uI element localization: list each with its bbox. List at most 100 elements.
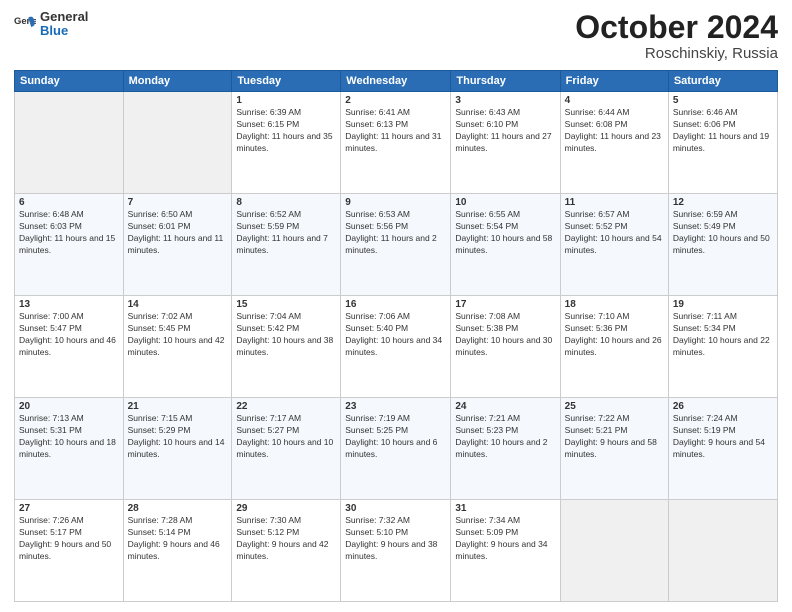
cell-2-2: 15 Sunrise: 7:04 AMSunset: 5:42 PMDaylig…: [232, 296, 341, 398]
cell-info: Sunrise: 7:24 AMSunset: 5:19 PMDaylight:…: [673, 413, 773, 461]
cell-date: 13: [19, 299, 119, 310]
logo: General General Blue: [14, 10, 88, 39]
cell-4-0: 27 Sunrise: 7:26 AMSunset: 5:17 PMDaylig…: [15, 500, 124, 602]
cell-date: 21: [128, 401, 228, 412]
cell-date: 4: [565, 95, 664, 106]
cell-3-4: 24 Sunrise: 7:21 AMSunset: 5:23 PMDaylig…: [451, 398, 560, 500]
cell-0-6: 5 Sunrise: 6:46 AMSunset: 6:06 PMDayligh…: [668, 92, 777, 194]
cell-date: 31: [455, 503, 555, 514]
cell-date: 11: [565, 197, 664, 208]
logo-icon: General: [14, 13, 36, 35]
cell-date: 8: [236, 197, 336, 208]
header-sunday: Sunday: [15, 71, 124, 92]
cell-4-4: 31 Sunrise: 7:34 AMSunset: 5:09 PMDaylig…: [451, 500, 560, 602]
cell-info: Sunrise: 6:59 AMSunset: 5:49 PMDaylight:…: [673, 209, 773, 257]
cell-3-6: 26 Sunrise: 7:24 AMSunset: 5:19 PMDaylig…: [668, 398, 777, 500]
cell-info: Sunrise: 7:17 AMSunset: 5:27 PMDaylight:…: [236, 413, 336, 461]
cell-info: Sunrise: 7:04 AMSunset: 5:42 PMDaylight:…: [236, 311, 336, 359]
cell-1-0: 6 Sunrise: 6:48 AMSunset: 6:03 PMDayligh…: [15, 194, 124, 296]
cell-date: 9: [345, 197, 446, 208]
cell-date: 6: [19, 197, 119, 208]
cell-info: Sunrise: 6:57 AMSunset: 5:52 PMDaylight:…: [565, 209, 664, 257]
cell-date: 10: [455, 197, 555, 208]
cell-1-2: 8 Sunrise: 6:52 AMSunset: 5:59 PMDayligh…: [232, 194, 341, 296]
cell-date: 1: [236, 95, 336, 106]
cell-info: Sunrise: 6:46 AMSunset: 6:06 PMDaylight:…: [673, 107, 773, 155]
cell-date: 23: [345, 401, 446, 412]
cell-4-6: [668, 500, 777, 602]
cell-info: Sunrise: 7:21 AMSunset: 5:23 PMDaylight:…: [455, 413, 555, 461]
cell-info: Sunrise: 7:02 AMSunset: 5:45 PMDaylight:…: [128, 311, 228, 359]
calendar-page: General General Blue October 2024 Roschi…: [0, 0, 792, 612]
cell-info: Sunrise: 6:53 AMSunset: 5:56 PMDaylight:…: [345, 209, 446, 257]
cell-info: Sunrise: 6:44 AMSunset: 6:08 PMDaylight:…: [565, 107, 664, 155]
cell-date: 25: [565, 401, 664, 412]
cell-date: 7: [128, 197, 228, 208]
cell-info: Sunrise: 7:06 AMSunset: 5:40 PMDaylight:…: [345, 311, 446, 359]
cell-info: Sunrise: 6:50 AMSunset: 6:01 PMDaylight:…: [128, 209, 228, 257]
calendar-title: October 2024: [575, 10, 778, 45]
cell-date: 24: [455, 401, 555, 412]
cell-date: 28: [128, 503, 228, 514]
cell-info: Sunrise: 6:48 AMSunset: 6:03 PMDaylight:…: [19, 209, 119, 257]
cell-info: Sunrise: 7:13 AMSunset: 5:31 PMDaylight:…: [19, 413, 119, 461]
week-row-4: 27 Sunrise: 7:26 AMSunset: 5:17 PMDaylig…: [15, 500, 778, 602]
cell-date: 18: [565, 299, 664, 310]
cell-4-3: 30 Sunrise: 7:32 AMSunset: 5:10 PMDaylig…: [341, 500, 451, 602]
header-monday: Monday: [123, 71, 232, 92]
cell-info: Sunrise: 6:43 AMSunset: 6:10 PMDaylight:…: [455, 107, 555, 155]
cell-4-2: 29 Sunrise: 7:30 AMSunset: 5:12 PMDaylig…: [232, 500, 341, 602]
cell-info: Sunrise: 7:08 AMSunset: 5:38 PMDaylight:…: [455, 311, 555, 359]
cell-2-4: 17 Sunrise: 7:08 AMSunset: 5:38 PMDaylig…: [451, 296, 560, 398]
calendar-subtitle: Roschinskiy, Russia: [575, 45, 778, 62]
cell-date: 19: [673, 299, 773, 310]
cell-info: Sunrise: 7:19 AMSunset: 5:25 PMDaylight:…: [345, 413, 446, 461]
logo-general: General: [40, 10, 88, 24]
logo-blue: Blue: [40, 24, 88, 38]
cell-2-5: 18 Sunrise: 7:10 AMSunset: 5:36 PMDaylig…: [560, 296, 668, 398]
cell-info: Sunrise: 6:39 AMSunset: 6:15 PMDaylight:…: [236, 107, 336, 155]
cell-info: Sunrise: 7:28 AMSunset: 5:14 PMDaylight:…: [128, 515, 228, 563]
cell-2-6: 19 Sunrise: 7:11 AMSunset: 5:34 PMDaylig…: [668, 296, 777, 398]
cell-info: Sunrise: 6:52 AMSunset: 5:59 PMDaylight:…: [236, 209, 336, 257]
header-friday: Friday: [560, 71, 668, 92]
cell-info: Sunrise: 7:00 AMSunset: 5:47 PMDaylight:…: [19, 311, 119, 359]
cell-1-6: 12 Sunrise: 6:59 AMSunset: 5:49 PMDaylig…: [668, 194, 777, 296]
calendar-table: Sunday Monday Tuesday Wednesday Thursday…: [14, 70, 778, 602]
cell-info: Sunrise: 7:10 AMSunset: 5:36 PMDaylight:…: [565, 311, 664, 359]
cell-date: 2: [345, 95, 446, 106]
week-row-0: 1 Sunrise: 6:39 AMSunset: 6:15 PMDayligh…: [15, 92, 778, 194]
cell-1-5: 11 Sunrise: 6:57 AMSunset: 5:52 PMDaylig…: [560, 194, 668, 296]
cell-4-5: [560, 500, 668, 602]
header: General General Blue October 2024 Roschi…: [14, 10, 778, 62]
cell-3-5: 25 Sunrise: 7:22 AMSunset: 5:21 PMDaylig…: [560, 398, 668, 500]
cell-0-2: 1 Sunrise: 6:39 AMSunset: 6:15 PMDayligh…: [232, 92, 341, 194]
cell-info: Sunrise: 7:15 AMSunset: 5:29 PMDaylight:…: [128, 413, 228, 461]
cell-3-0: 20 Sunrise: 7:13 AMSunset: 5:31 PMDaylig…: [15, 398, 124, 500]
cell-0-0: [15, 92, 124, 194]
cell-info: Sunrise: 6:41 AMSunset: 6:13 PMDaylight:…: [345, 107, 446, 155]
cell-date: 14: [128, 299, 228, 310]
cell-2-3: 16 Sunrise: 7:06 AMSunset: 5:40 PMDaylig…: [341, 296, 451, 398]
header-tuesday: Tuesday: [232, 71, 341, 92]
cell-info: Sunrise: 7:26 AMSunset: 5:17 PMDaylight:…: [19, 515, 119, 563]
cell-date: 22: [236, 401, 336, 412]
header-wednesday: Wednesday: [341, 71, 451, 92]
cell-1-1: 7 Sunrise: 6:50 AMSunset: 6:01 PMDayligh…: [123, 194, 232, 296]
cell-0-1: [123, 92, 232, 194]
cell-0-5: 4 Sunrise: 6:44 AMSunset: 6:08 PMDayligh…: [560, 92, 668, 194]
cell-date: 20: [19, 401, 119, 412]
week-row-1: 6 Sunrise: 6:48 AMSunset: 6:03 PMDayligh…: [15, 194, 778, 296]
cell-date: 12: [673, 197, 773, 208]
cell-date: 3: [455, 95, 555, 106]
cell-date: 26: [673, 401, 773, 412]
week-row-2: 13 Sunrise: 7:00 AMSunset: 5:47 PMDaylig…: [15, 296, 778, 398]
cell-info: Sunrise: 6:55 AMSunset: 5:54 PMDaylight:…: [455, 209, 555, 257]
week-row-3: 20 Sunrise: 7:13 AMSunset: 5:31 PMDaylig…: [15, 398, 778, 500]
header-saturday: Saturday: [668, 71, 777, 92]
cell-2-1: 14 Sunrise: 7:02 AMSunset: 5:45 PMDaylig…: [123, 296, 232, 398]
cell-info: Sunrise: 7:30 AMSunset: 5:12 PMDaylight:…: [236, 515, 336, 563]
header-row: Sunday Monday Tuesday Wednesday Thursday…: [15, 71, 778, 92]
cell-3-1: 21 Sunrise: 7:15 AMSunset: 5:29 PMDaylig…: [123, 398, 232, 500]
cell-3-3: 23 Sunrise: 7:19 AMSunset: 5:25 PMDaylig…: [341, 398, 451, 500]
